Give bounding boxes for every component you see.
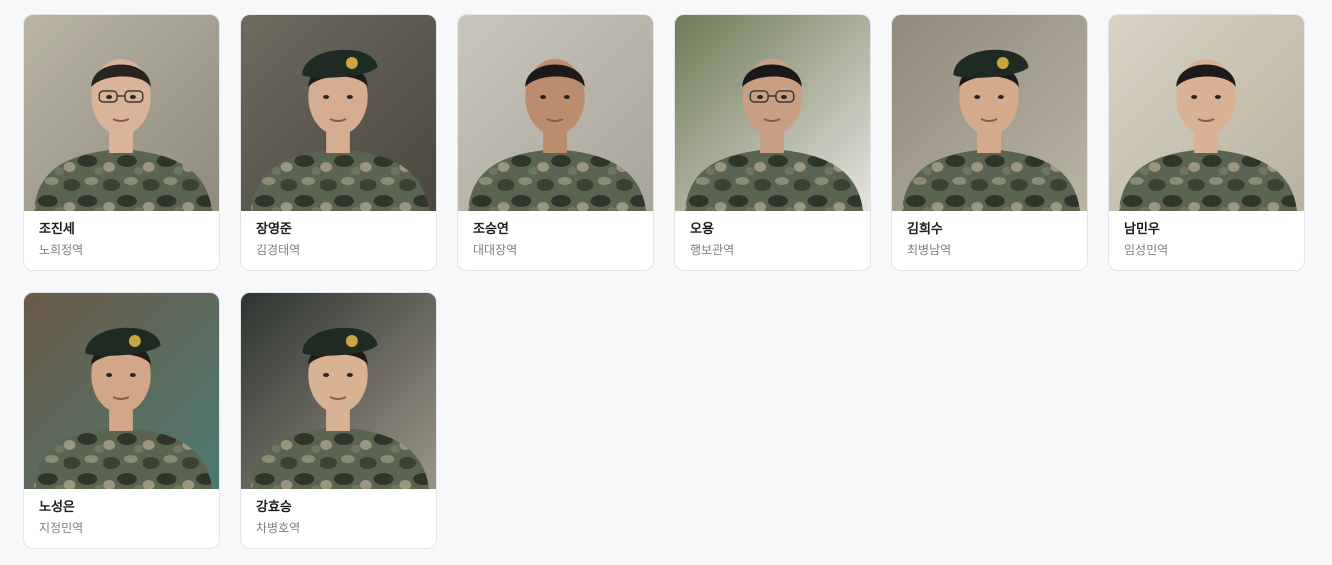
- cast-photo: [241, 15, 436, 211]
- cast-photo: [675, 15, 870, 211]
- cast-photo: [24, 293, 219, 489]
- cast-info: 장영준김경태역: [241, 211, 436, 259]
- cast-name: 강효승: [256, 500, 292, 515]
- cast-name: 노성은: [39, 500, 75, 515]
- cast-info: 남민우임성민역: [1109, 211, 1304, 259]
- cast-name: 조진세: [39, 222, 75, 237]
- cast-info: 김희수최병남역: [892, 211, 1087, 259]
- cast-role: 노희정역: [39, 243, 84, 257]
- cast-photo: [241, 293, 436, 489]
- cast-name: 조승연: [473, 222, 509, 237]
- cast-name: 장영준: [256, 222, 292, 237]
- cast-card[interactable]: 남민우임성민역: [1108, 14, 1305, 271]
- cast-photo: [458, 15, 653, 211]
- cast-card[interactable]: 장영준김경태역: [240, 14, 437, 271]
- cast-role: 임성민역: [1124, 243, 1169, 257]
- cast-info: 조진세노희정역: [24, 211, 219, 259]
- cast-card[interactable]: 조승연대대장역: [457, 14, 654, 271]
- cast-photo: [24, 15, 219, 211]
- cast-role: 차병호역: [256, 521, 301, 535]
- cast-card[interactable]: 김희수최병남역: [891, 14, 1088, 271]
- cast-info: 조승연대대장역: [458, 211, 653, 259]
- cast-photo: [892, 15, 1087, 211]
- cast-photo: [1109, 15, 1304, 211]
- cast-info: 노성은지정민역: [24, 489, 219, 537]
- cast-role: 지정민역: [39, 521, 84, 535]
- cast-card[interactable]: 노성은지정민역: [23, 292, 220, 549]
- cast-role: 행보관역: [690, 243, 735, 257]
- cast-name: 김희수: [907, 222, 943, 237]
- cast-role: 대대장역: [473, 243, 518, 257]
- cast-name: 남민우: [1124, 222, 1160, 237]
- cast-info: 오용행보관역: [675, 211, 870, 259]
- cast-role: 최병남역: [907, 243, 952, 257]
- cast-card[interactable]: 오용행보관역: [674, 14, 871, 271]
- cast-info: 강효승차병호역: [241, 489, 436, 537]
- cast-name: 오용: [690, 222, 714, 237]
- cast-role: 김경태역: [256, 243, 301, 257]
- cast-grid: 조진세 노희정역 장영준 김경태역 조승연 대대장역 오용 행보관역 김희수 최…: [23, 14, 1307, 549]
- cast-card[interactable]: 조진세노희정역: [23, 14, 220, 271]
- cast-card[interactable]: 강효승차병호역: [240, 292, 437, 549]
